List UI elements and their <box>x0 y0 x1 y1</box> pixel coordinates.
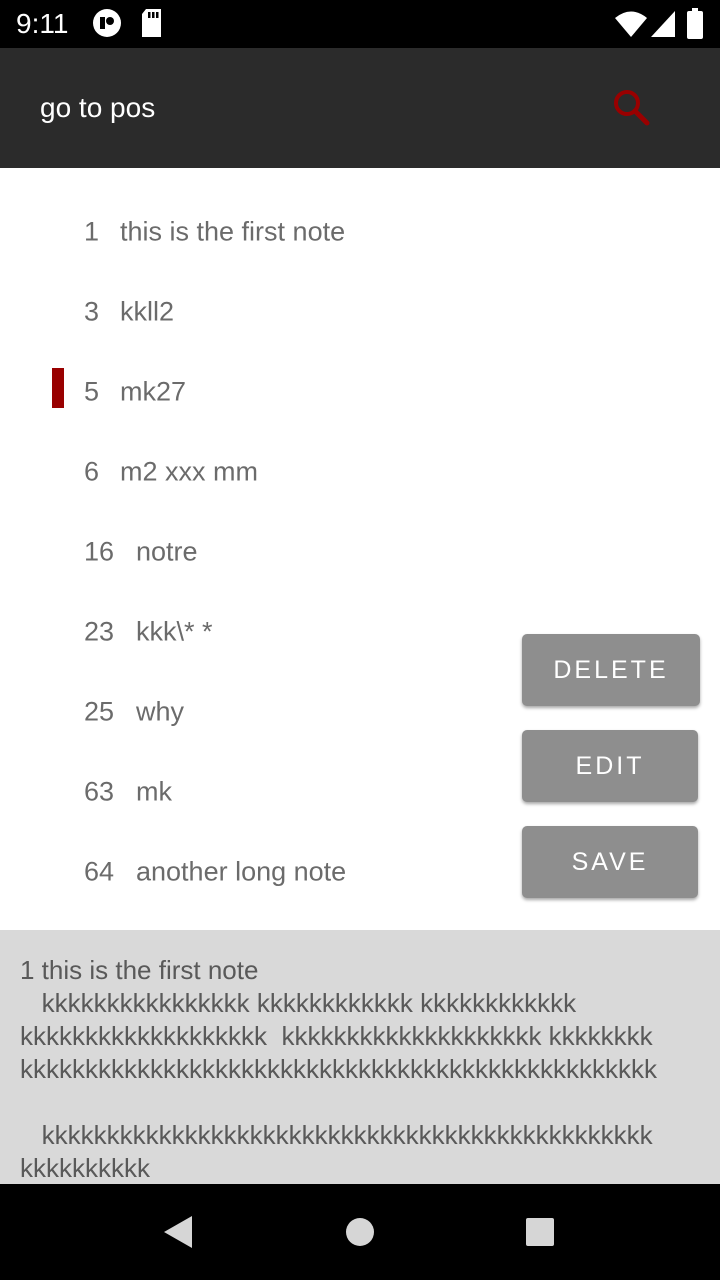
status-bar: 9:11 <box>0 0 720 48</box>
list-item[interactable]: 3 kkll2 <box>0 268 720 348</box>
note-number: 1 <box>84 216 100 247</box>
home-icon[interactable] <box>345 1217 375 1252</box>
note-number: 6 <box>84 456 100 487</box>
recents-icon[interactable] <box>525 1217 555 1252</box>
app-bar: go to pos <box>0 48 720 168</box>
search-button[interactable] <box>606 82 658 134</box>
delete-button[interactable]: DELETE <box>522 634 700 706</box>
list-item[interactable]: 16 notre <box>0 508 720 588</box>
note-number: 3 <box>84 296 100 327</box>
notes-list[interactable]: 1 this is the first note 3 kkll2 5 mk27 … <box>0 168 720 930</box>
selection-marker <box>52 368 64 408</box>
status-time: 9:11 <box>16 8 69 39</box>
back-icon[interactable] <box>162 1214 194 1255</box>
note-number: 23 <box>84 616 115 647</box>
list-item[interactable]: 5 mk27 <box>0 348 720 428</box>
note-number: 25 <box>84 696 115 727</box>
save-button[interactable]: SAVE <box>522 826 698 898</box>
note-title: mk27 <box>120 376 187 407</box>
note-title: kkll2 <box>120 296 175 327</box>
signal-icon <box>650 10 676 43</box>
list-item[interactable]: 1 this is the first note <box>0 188 720 268</box>
note-number: 64 <box>84 856 115 887</box>
app-notification-icon <box>92 8 122 43</box>
note-title: kkk\* * <box>136 616 213 647</box>
note-detail-pane[interactable]: 1 this is the first note kkkkkkkkkkkkkkk… <box>0 930 720 1184</box>
note-title: mk <box>136 776 172 807</box>
navigation-bar <box>0 1184 720 1280</box>
list-item[interactable]: 6 m2 xxx mm <box>0 428 720 508</box>
battery-icon <box>686 8 704 45</box>
note-title: this is the first note <box>120 216 346 247</box>
note-detail-text: 1 this is the first note kkkkkkkkkkkkkkk… <box>20 955 657 1183</box>
search-icon <box>606 90 658 138</box>
note-title: m2 xxx mm <box>120 456 258 487</box>
wifi-icon <box>614 10 648 43</box>
sd-card-icon <box>140 8 164 43</box>
note-number: 5 <box>84 376 100 407</box>
note-number: 63 <box>84 776 115 807</box>
note-title: another long note <box>136 856 347 887</box>
note-title: why <box>136 696 185 727</box>
note-number: 16 <box>84 536 115 567</box>
note-title: notre <box>136 536 198 567</box>
edit-button[interactable]: EDIT <box>522 730 698 802</box>
page-title: go to pos <box>40 92 156 123</box>
